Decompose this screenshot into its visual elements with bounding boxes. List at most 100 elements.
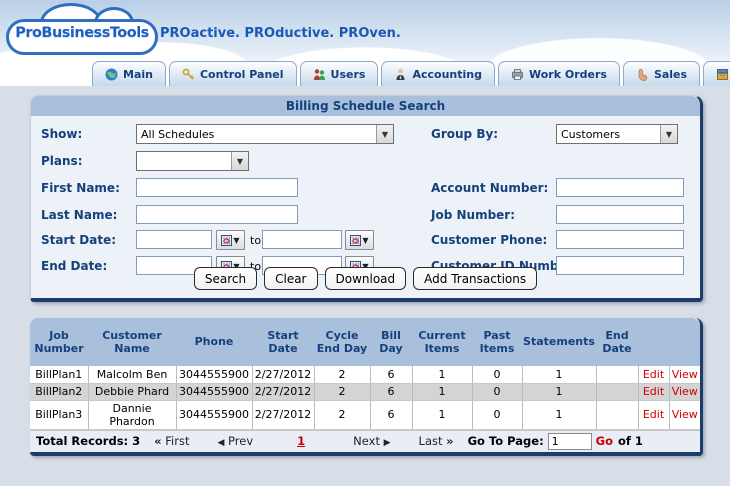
- tab-users[interactable]: Users: [299, 61, 379, 86]
- table-row: BillPlan3 Dannie Phardon 3044555900 2/27…: [30, 400, 700, 430]
- cell-end-date: [596, 400, 639, 430]
- box-icon: [716, 68, 729, 81]
- go-to-page-input[interactable]: [547, 432, 592, 450]
- group-by-select-value: Customers: [561, 127, 621, 141]
- customer-phone-input[interactable]: [556, 230, 684, 249]
- last-page-button[interactable]: Last »: [419, 434, 454, 448]
- cell-customer-name: Dannie Phardon: [88, 400, 177, 430]
- view-link[interactable]: View: [669, 383, 700, 401]
- view-link[interactable]: View: [669, 400, 700, 430]
- tab-work-orders[interactable]: Work Orders: [497, 61, 620, 86]
- start-date-from-input[interactable]: [136, 230, 212, 249]
- users-icon: [313, 68, 326, 81]
- start-date-from-calendar-button[interactable]: ▼: [216, 230, 245, 250]
- cell-past-items: 0: [472, 366, 523, 384]
- add-transactions-button[interactable]: Add Transactions: [413, 267, 538, 290]
- col-job-number: Job Number: [30, 318, 88, 366]
- first-page-button[interactable]: « First: [154, 434, 189, 448]
- cell-phone: 3044555900: [176, 400, 253, 430]
- accountant-icon: [394, 68, 407, 81]
- cell-current-items: 1: [412, 400, 473, 430]
- tab-label: Control Panel: [199, 67, 284, 81]
- edit-link[interactable]: Edit: [638, 383, 670, 401]
- group-by-label: Group By:: [431, 127, 499, 141]
- site-header: ProBusinessTools PROactive. PROductive. …: [0, 0, 730, 86]
- account-number-label: Account Number:: [431, 181, 549, 195]
- pagination-bar: Total Records: 3 « First ◀ Prev 1 Next ▶…: [30, 429, 700, 452]
- tab-control-panel[interactable]: Control Panel: [168, 61, 297, 86]
- show-label: Show:: [41, 127, 83, 141]
- start-date-label: Start Date:: [41, 233, 117, 247]
- cell-end-date: [596, 383, 639, 401]
- first-name-input[interactable]: [136, 178, 298, 197]
- billing-schedules-table: Job Number Customer Name Phone Start Dat…: [30, 318, 700, 430]
- double-chevron-right-icon: »: [446, 434, 454, 448]
- edit-link[interactable]: Edit: [638, 400, 670, 430]
- panel-title: Billing Schedule Search: [31, 96, 700, 116]
- tab-main[interactable]: Main: [92, 61, 166, 86]
- current-page-link[interactable]: 1: [297, 434, 305, 448]
- job-number-input[interactable]: [556, 205, 684, 224]
- chevron-down-icon: ▼: [376, 125, 393, 143]
- last-name-input[interactable]: [136, 205, 298, 224]
- col-statements: Statements: [522, 318, 596, 366]
- tab-label: Sales: [653, 67, 688, 81]
- clear-button[interactable]: Clear: [264, 267, 318, 290]
- view-link[interactable]: View: [669, 366, 700, 384]
- cell-cycle-end-day: 2: [314, 366, 371, 384]
- cell-bill-day: 6: [370, 366, 413, 384]
- job-number-label: Job Number:: [431, 208, 516, 222]
- globe-icon: [105, 68, 118, 81]
- last-name-label: Last Name:: [41, 208, 118, 222]
- cell-start-date: 2/27/2012: [252, 383, 315, 401]
- chevron-down-icon: ▼: [660, 125, 677, 143]
- plans-label: Plans:: [41, 154, 83, 168]
- cell-statements: 1: [522, 400, 597, 430]
- search-actions: Search Clear Download Add Transactions: [31, 267, 700, 290]
- tab-label: Main: [123, 67, 153, 81]
- tab-label: Accounting: [412, 67, 482, 81]
- cell-start-date: 2/27/2012: [252, 400, 315, 430]
- cell-past-items: 0: [472, 400, 523, 430]
- search-form: Show: All Schedules ▼ Plans: ▼ First Nam…: [31, 116, 700, 301]
- total-records-label: Total Records:: [36, 434, 129, 448]
- tab-accounting[interactable]: Accounting: [381, 61, 495, 86]
- download-button[interactable]: Download: [324, 267, 407, 290]
- plans-select[interactable]: ▼: [136, 151, 249, 171]
- go-to-page-label: Go To Page:: [467, 434, 544, 448]
- go-button[interactable]: Go: [596, 434, 613, 448]
- col-view: [669, 318, 700, 366]
- col-bill-day: Bill Day: [370, 318, 412, 366]
- probusinesstools-logo[interactable]: ProBusinessTools: [6, 3, 158, 55]
- start-date-to-calendar-button[interactable]: ▼: [345, 230, 374, 250]
- show-select[interactable]: All Schedules ▼: [136, 124, 394, 144]
- tab-inventory[interactable]: Inventory: [703, 61, 730, 86]
- group-by-select[interactable]: Customers ▼: [556, 124, 678, 144]
- search-button[interactable]: Search: [193, 267, 258, 290]
- prev-page-button[interactable]: ◀ Prev: [217, 434, 253, 448]
- col-customer-name: Customer Name: [88, 318, 176, 366]
- cell-current-items: 1: [412, 383, 473, 401]
- table-row: BillPlan1 Malcolm Ben 3044555900 2/27/20…: [30, 366, 700, 384]
- cell-past-items: 0: [472, 383, 523, 401]
- tab-sales[interactable]: Sales: [622, 61, 701, 86]
- account-number-input[interactable]: [556, 178, 684, 197]
- chevron-down-icon: ▼: [231, 152, 248, 170]
- chevron-down-icon: ▼: [233, 235, 240, 245]
- billing-schedules-results-panel: Job Number Customer Name Phone Start Dat…: [30, 318, 703, 456]
- cell-statements: 1: [522, 366, 597, 384]
- main-navigation: Main Control Panel Users Accounting Work…: [92, 60, 730, 86]
- of-pages-label: of 1: [618, 434, 643, 448]
- col-edit: [638, 318, 669, 366]
- cell-start-date: 2/27/2012: [252, 366, 315, 384]
- cell-bill-day: 6: [370, 400, 413, 430]
- start-date-to-input[interactable]: [262, 230, 342, 249]
- chevron-down-icon: ▼: [362, 235, 369, 245]
- edit-link[interactable]: Edit: [638, 366, 670, 384]
- col-end-date: End Date: [596, 318, 638, 366]
- cell-end-date: [596, 366, 639, 384]
- next-page-button[interactable]: Next ▶: [353, 434, 390, 448]
- start-date-to-text: to: [250, 234, 262, 247]
- total-records-value: 3: [132, 434, 141, 448]
- tab-label: Work Orders: [528, 67, 607, 81]
